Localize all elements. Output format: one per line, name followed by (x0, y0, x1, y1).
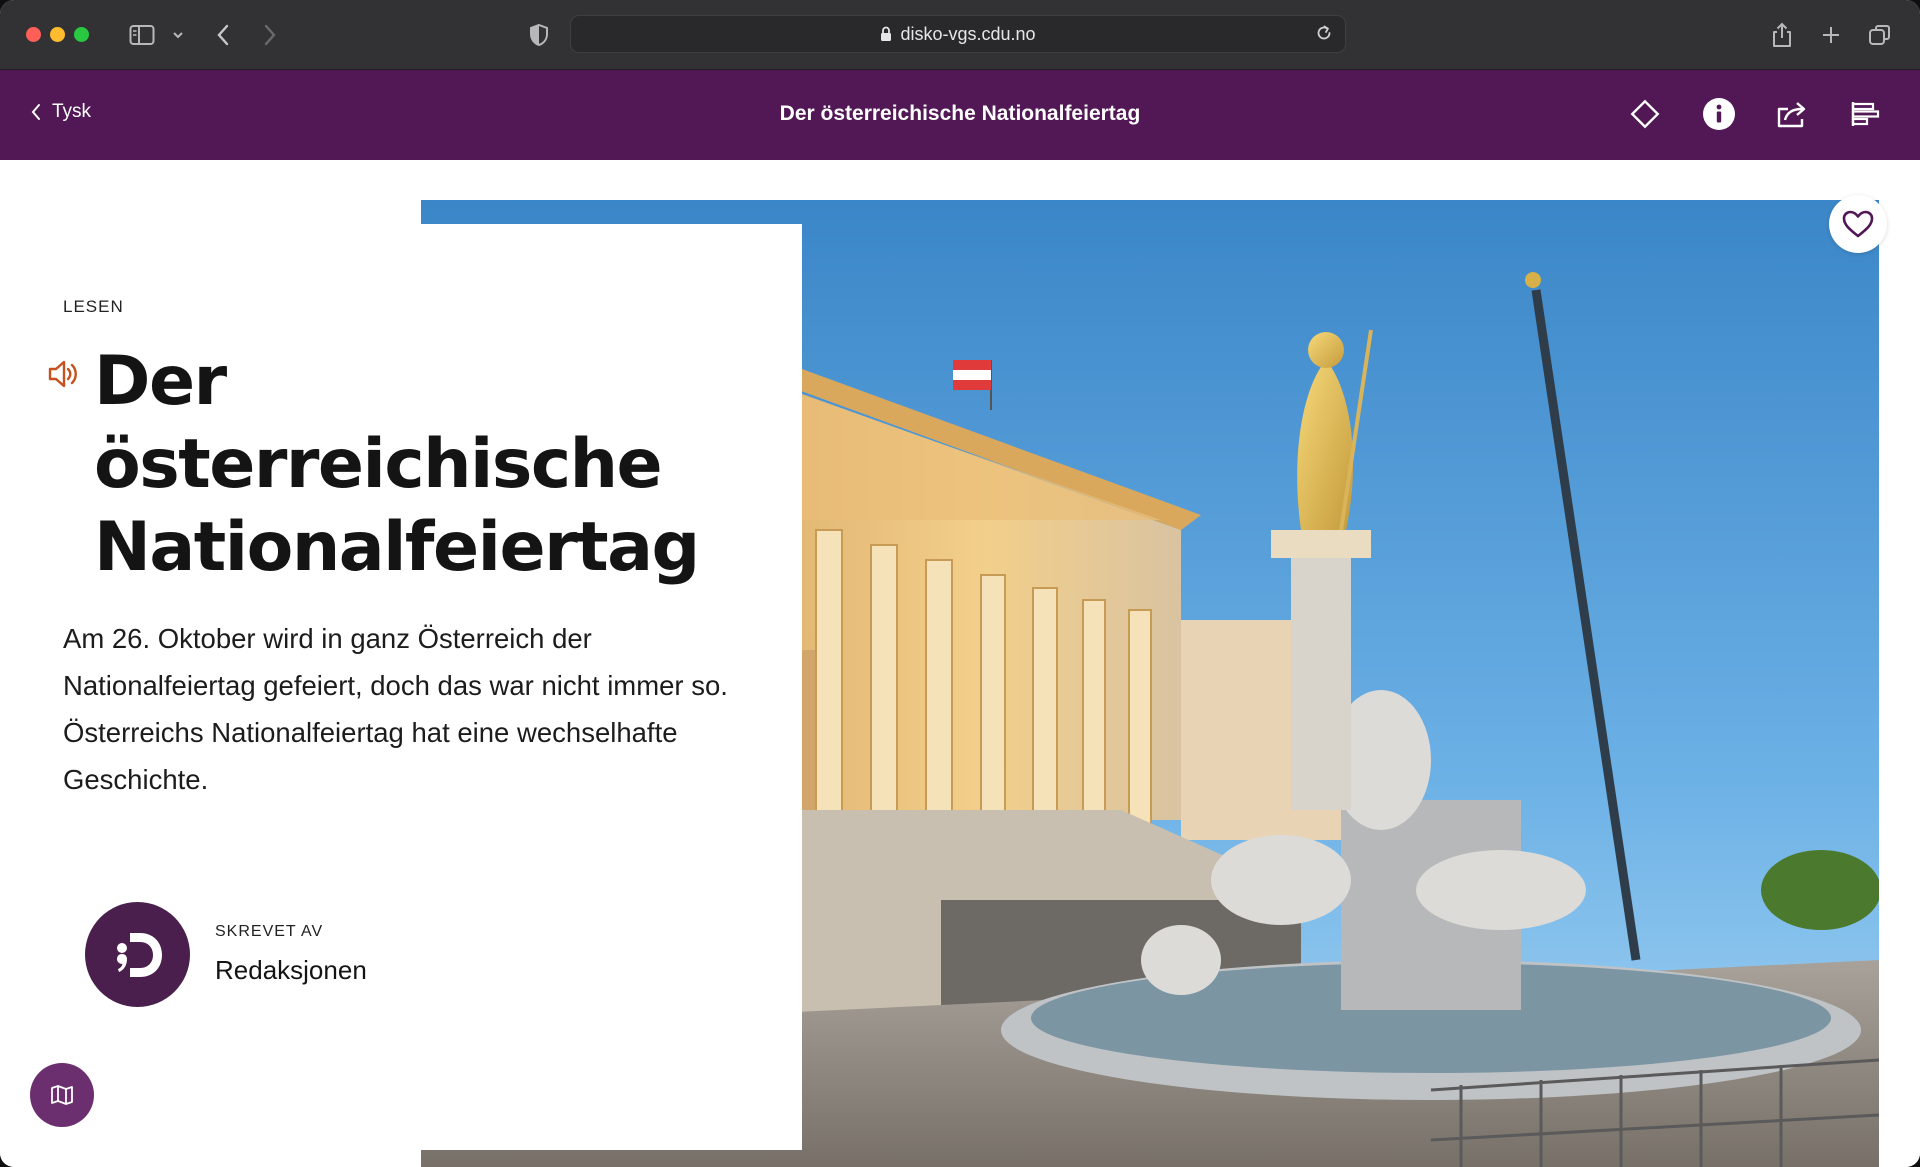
info-icon[interactable] (1699, 94, 1739, 134)
close-window-button[interactable] (26, 27, 41, 42)
tab-overview-icon[interactable] (1866, 18, 1894, 52)
app-header: Tysk Der österreichische Nationalfeierta… (0, 70, 1920, 160)
new-tab-icon[interactable] (1817, 18, 1845, 52)
author-name: Redaksjonen (215, 955, 367, 985)
avatar (85, 902, 190, 1007)
zoom-window-button[interactable] (74, 27, 89, 42)
minimize-window-button[interactable] (50, 27, 65, 42)
diamond-icon[interactable] (1625, 94, 1665, 134)
article-title: Der österreichische Nationalfeiertag (94, 340, 734, 589)
page-margin (1879, 160, 1920, 1167)
shield-icon[interactable] (527, 18, 551, 52)
map-button[interactable] (30, 1063, 94, 1127)
article-lede: Am 26. Oktober wird in ganz Österreich d… (63, 623, 728, 795)
chevron-left-icon (31, 104, 40, 120)
favorite-button[interactable] (1829, 195, 1887, 253)
align-icon[interactable] (1845, 94, 1885, 134)
author-block: SKREVET AV Redaksjonen (85, 902, 367, 1007)
back-link-label: Tysk (52, 101, 92, 122)
back-icon[interactable] (210, 18, 236, 52)
forward-icon[interactable] (257, 18, 283, 52)
article-kicker: LESEN (63, 297, 124, 316)
heart-icon (1842, 210, 1874, 238)
share-icon[interactable] (1768, 18, 1796, 52)
browser-toolbar: disko-vgs.cdu.no (0, 0, 1920, 70)
back-link[interactable]: Tysk (30, 101, 91, 123)
author-label: SKREVET AV (215, 923, 324, 940)
lock-icon (880, 26, 892, 42)
chevron-down-icon[interactable] (170, 18, 186, 52)
article-title-line: Der (94, 342, 227, 421)
article-area: LESEN Der österreichische Nationalfeiert… (0, 160, 1920, 1167)
map-icon (51, 1085, 73, 1105)
reload-icon[interactable] (1315, 24, 1333, 42)
disko-logo-icon (116, 932, 162, 977)
share-icon[interactable] (1772, 94, 1812, 134)
url-text: disko-vgs.cdu.no (900, 23, 1036, 44)
article-title-line: österreichische (94, 425, 663, 504)
author-meta: SKREVET AV Redaksjonen (215, 923, 367, 986)
browser-window: disko-vgs.cdu.no Tysk Der österreichisch… (0, 0, 1920, 1167)
speaker-icon[interactable] (46, 357, 80, 391)
page-title: Der österreichische Nationalfeiertag (779, 102, 1141, 125)
address-bar[interactable]: disko-vgs.cdu.no (570, 15, 1346, 53)
sidebar-icon[interactable] (128, 18, 156, 52)
article-title-line: Nationalfeiertag (94, 508, 700, 587)
